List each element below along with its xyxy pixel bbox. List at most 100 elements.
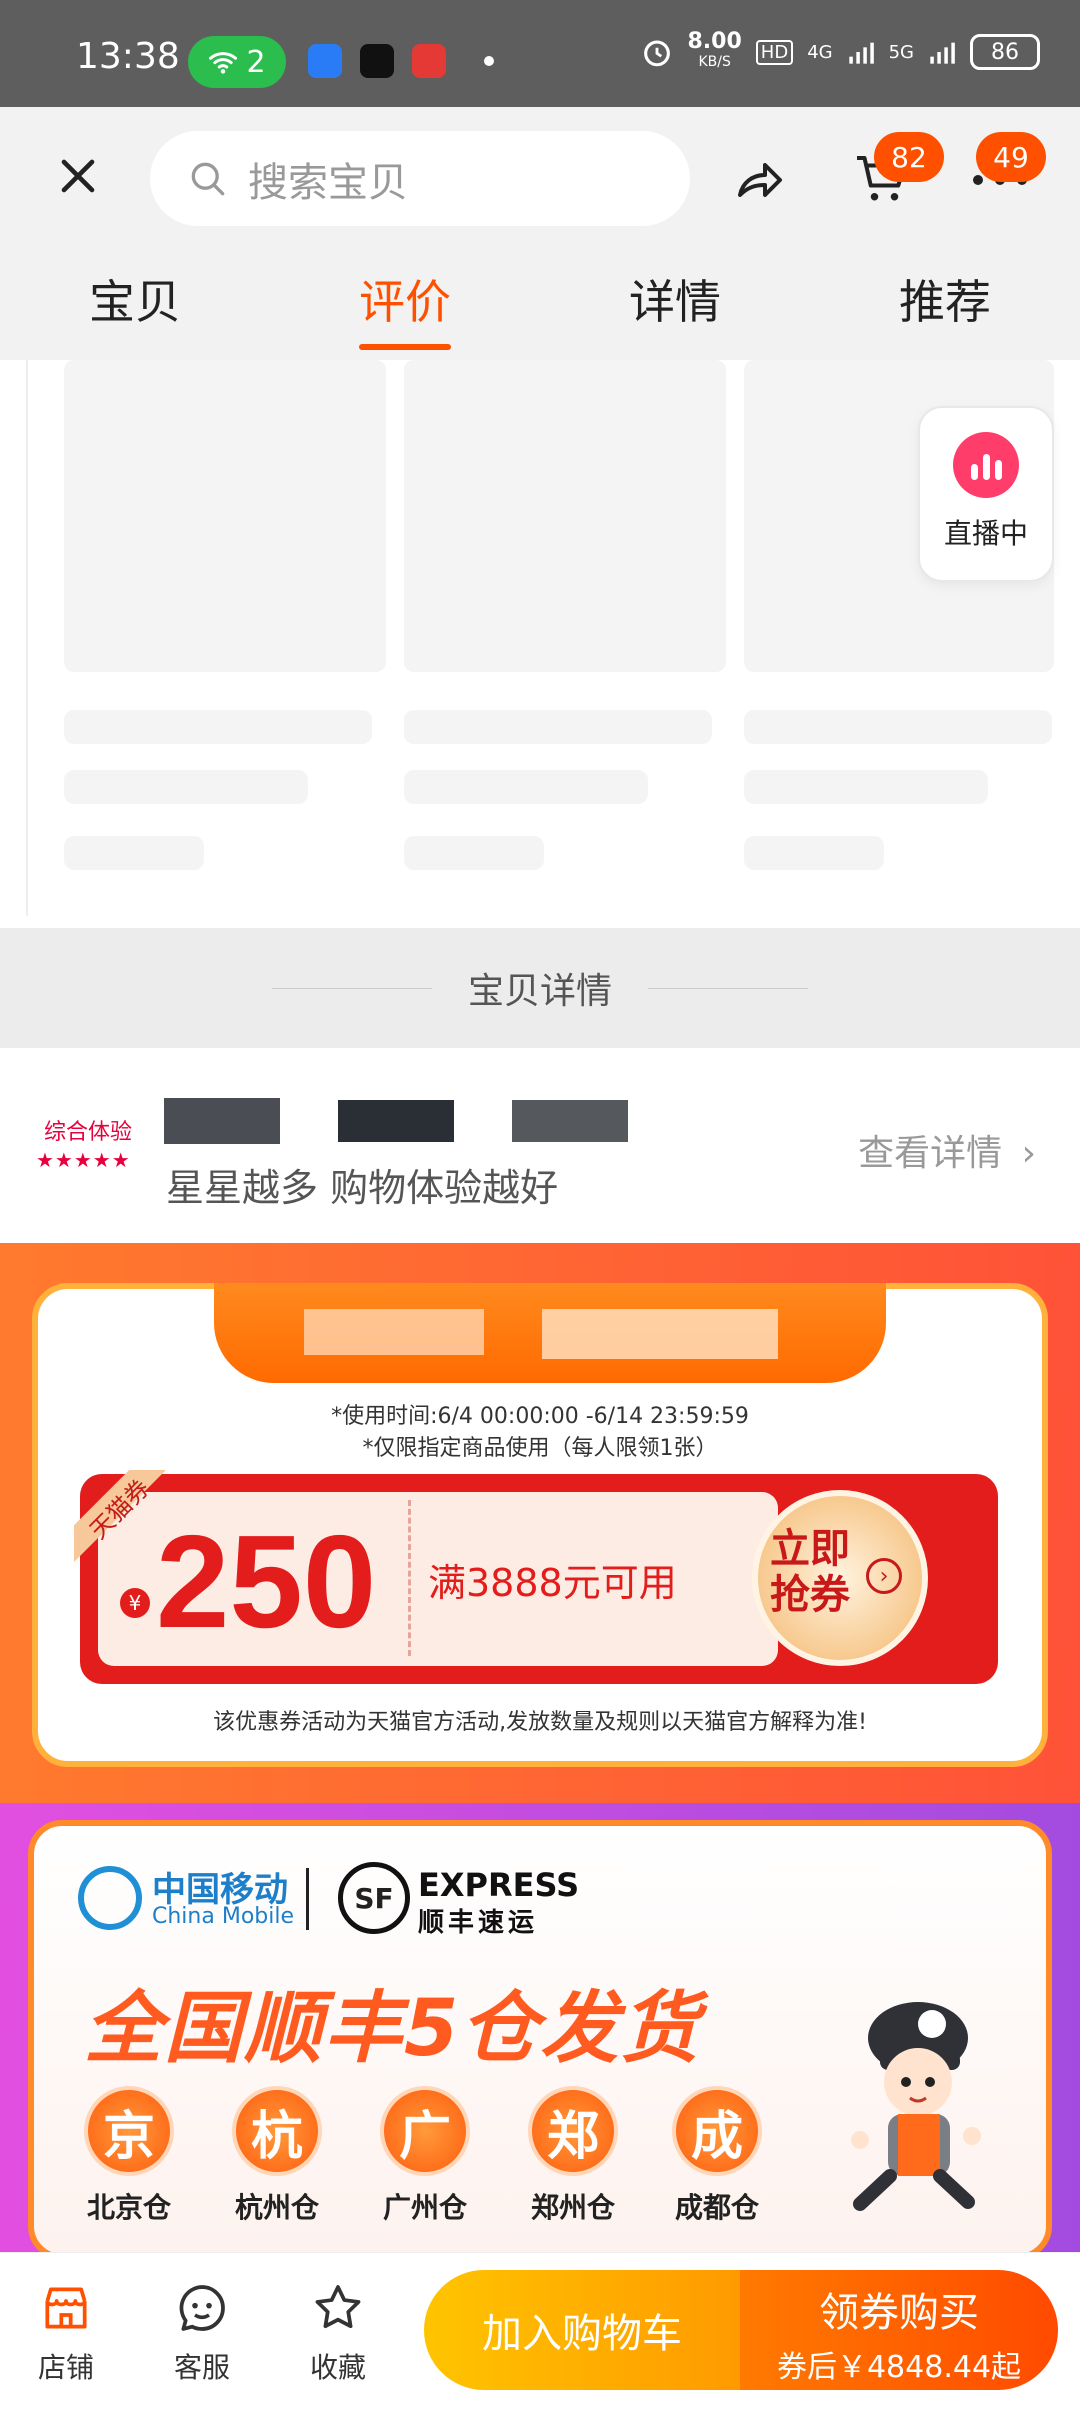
skeleton-line — [404, 836, 544, 870]
redacted-block — [512, 1100, 628, 1142]
divider-line — [648, 987, 808, 989]
rating-slogan: 星星越多 购物体验越好 — [166, 1166, 559, 1210]
redacted-block — [164, 1098, 280, 1144]
add-to-cart-button[interactable]: 加入购物车 — [424, 2270, 740, 2390]
rating-label: 综合体验 — [44, 1120, 133, 1145]
skeleton-line — [404, 710, 712, 744]
store-label: 店铺 — [37, 2351, 94, 2384]
status-right-group: 8.00 KB/S HD 4G 5G 86 — [640, 29, 1040, 72]
wifi-count: 2 — [246, 44, 266, 80]
hd-label: HD — [755, 39, 794, 65]
logo-separator — [306, 1868, 309, 1930]
chevron-right-icon: › — [1021, 1133, 1036, 1174]
warehouse-chengdu-label: 成都仓 — [674, 2191, 759, 2224]
redacted-block — [542, 1309, 778, 1359]
section-title: 宝贝详情 — [467, 971, 612, 1012]
signal-icon — [848, 42, 874, 64]
china-mobile-logo-icon — [78, 1866, 142, 1930]
view-detail-link[interactable]: 查看详情 › — [858, 1124, 1036, 1176]
star-icon — [315, 2285, 361, 2329]
currency-icon: ¥ — [120, 1588, 150, 1618]
warehouse-hangzhou-icon: 杭 — [232, 2086, 322, 2176]
favorite-label: 收藏 — [309, 2351, 366, 2384]
ticket-divider — [408, 1500, 411, 1656]
customer-service-icon — [179, 2285, 225, 2331]
alarm-icon — [643, 40, 670, 67]
live-icon — [953, 432, 1019, 498]
search-input[interactable]: 搜索宝贝 — [150, 131, 690, 226]
wifi-hotspot-pill: 2 — [188, 36, 286, 88]
search-placeholder: 搜索宝贝 — [248, 159, 408, 206]
tab-reviews[interactable]: 评价 — [270, 260, 540, 340]
coupon-threshold: 满3888元可用 — [428, 1561, 677, 1605]
live-stream-button[interactable]: 直播中 — [918, 406, 1054, 582]
skeleton-image — [64, 360, 386, 672]
tiktok-icon — [360, 44, 394, 78]
coupon-amount: 250 — [156, 1508, 377, 1655]
close-icon — [61, 159, 95, 193]
close-button[interactable] — [50, 148, 106, 204]
redacted-block — [304, 1309, 484, 1355]
tab-recommend[interactable]: 推荐 — [810, 260, 1080, 340]
battery-icon: 86 — [970, 34, 1040, 70]
divider-line — [271, 987, 432, 989]
warehouse-zhengzhou-label: 郑州仓 — [530, 2191, 615, 2224]
status-bar: 13:38 2 8.00 KB/S HD 4G 5G 86 — [0, 0, 1080, 107]
network-4g-label: 4G — [807, 41, 833, 63]
coupon-header-tab — [214, 1283, 886, 1383]
favorite-button[interactable]: 收藏 — [288, 2280, 388, 2386]
android-app-icon — [308, 44, 342, 78]
china-mobile-name-en: China Mobile — [152, 1904, 295, 1929]
buy-with-coupon-button[interactable]: 领券购买 券后￥4848.44起 — [740, 2270, 1058, 2390]
payment-app-icon — [412, 44, 446, 78]
shipping-headline: 全国顺丰5仓发货 — [84, 1984, 701, 2074]
store-icon — [45, 2287, 87, 2329]
coupon-footnote: 该优惠券活动为天猫官方活动,发放数量及规则以天猫官方解释为准! — [213, 1710, 867, 1735]
share-icon — [738, 163, 782, 197]
skeleton-line — [64, 710, 372, 744]
customer-service-label: 客服 — [173, 2351, 230, 2384]
view-detail-label: 查看详情 — [858, 1133, 1003, 1174]
coupon-limit-note: *仅限指定商品使用（每人限领1张） — [362, 1436, 718, 1461]
battery-level: 86 — [991, 39, 1019, 65]
wifi-icon — [209, 52, 238, 74]
share-button[interactable] — [730, 150, 790, 210]
tab-baobei[interactable]: 宝贝 — [0, 260, 270, 340]
sf-express-logo-icon: SF — [338, 1862, 410, 1934]
warehouse-beijing-icon: 京 — [84, 2086, 174, 2176]
warehouse-beijing-label: 北京仓 — [86, 2191, 171, 2224]
more-badge: 49 — [976, 132, 1046, 182]
skeleton-line — [744, 770, 988, 804]
notification-dot — [484, 56, 494, 66]
arrow-right-icon: › — [866, 1558, 902, 1594]
courier-mascot-icon — [851, 2002, 981, 2211]
section-divider: 宝贝详情 — [0, 928, 1080, 1048]
warehouse-hangzhou-label: 杭州仓 — [234, 2191, 319, 2224]
net-speed-value: 8.00 — [687, 29, 742, 54]
price-after-coupon: 券后￥4848.44起 — [776, 2350, 1022, 2385]
skeleton-image — [404, 360, 726, 672]
sf-express-name-en: EXPRESS — [418, 1866, 580, 1904]
product-tabs: 宝贝 评价 详情 推荐 — [0, 260, 1080, 340]
warehouse-guangzhou-icon: 广 — [380, 2086, 470, 2176]
rating-stars: ★★★★★ — [36, 1148, 131, 1172]
warehouse-zhengzhou-icon: 郑 — [528, 2086, 618, 2176]
status-time: 13:38 — [76, 36, 180, 77]
coupon-time-range: *使用时间:6/4 00:00:00 -6/14 23:59:59 — [331, 1404, 749, 1429]
network-5g-label: 5G — [888, 41, 914, 63]
skeleton-edge — [26, 360, 28, 916]
net-speed-unit: KB/S — [698, 54, 731, 70]
sf-express-name-cn: 顺丰速运 — [418, 1908, 539, 1938]
customer-service-button[interactable]: 客服 — [152, 2280, 252, 2386]
signal-icon-2 — [930, 42, 955, 64]
grab-coupon-label: 立即抢券 — [770, 1526, 850, 1618]
live-label: 直播中 — [943, 517, 1028, 550]
skeleton-line — [64, 770, 308, 804]
store-button[interactable]: 店铺 — [16, 2280, 116, 2386]
tab-details[interactable]: 详情 — [540, 260, 810, 340]
skeleton-line — [744, 710, 1052, 744]
search-icon — [191, 162, 225, 195]
buy-with-coupon-label: 领券购买 — [819, 2290, 979, 2336]
skeleton-line — [64, 836, 204, 870]
warehouse-chengdu-icon: 成 — [672, 2086, 762, 2176]
